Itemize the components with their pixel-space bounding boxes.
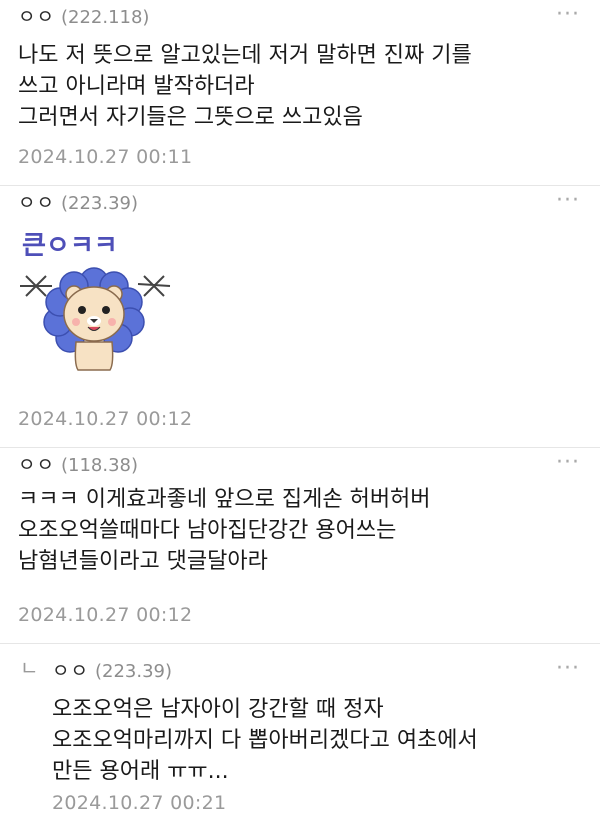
nickname[interactable]: ㅇㅇ	[52, 660, 89, 682]
comment-author[interactable]: ㅇㅇ (118.38)	[18, 452, 138, 479]
comment-date: 2024.10.27 00:12	[18, 604, 193, 626]
more-options-button[interactable]: ···	[556, 656, 580, 681]
comment-item: ㅇㅇ (222.118) ··· 나도 저 뜻으로 알고있는데 저거 말하면 진짜…	[0, 0, 600, 186]
reply-marker-icon: ㄴ	[20, 656, 39, 680]
ip-address: (223.39)	[94, 661, 172, 682]
comment-date: 2024.10.27 00:12	[18, 408, 193, 430]
nickname[interactable]: ㅇㅇ	[18, 6, 55, 28]
sticker-text: 큰ㅇㅋㅋ	[22, 231, 118, 261]
comment-author[interactable]: ㅇㅇ (222.118)	[18, 4, 149, 31]
reply-item: ㄴ ㅇㅇ (223.39) ··· 오조오억은 남자아이 강간할 때 정자 오조오…	[0, 644, 600, 836]
comment-item: ㅇㅇ (118.38) ··· ㅋㅋㅋ 이게효과좋네 앞으로 집게손 허버허버 오…	[0, 448, 600, 644]
more-options-button[interactable]: ···	[556, 188, 580, 213]
ip-address: (118.38)	[60, 455, 138, 476]
comment-text: ㅋㅋㅋ 이게효과좋네 앞으로 집게손 허버허버 오조오억쓸때마다 남아집단강간 …	[18, 487, 431, 574]
lion-sticker-icon: 큰ㅇㅋㅋ	[20, 231, 171, 371]
comment-item: ㅇㅇ (223.39) ··· 큰ㅇㅋㅋ 2024.10.27 00:12	[0, 186, 600, 448]
comment-date: 2024.10.27 00:21	[52, 792, 227, 814]
comment-author[interactable]: ㅇㅇ (223.39)	[52, 658, 172, 685]
more-options-button[interactable]: ···	[556, 450, 580, 475]
comment-date: 2024.10.27 00:11	[18, 146, 193, 168]
nickname[interactable]: ㅇㅇ	[18, 192, 55, 214]
comment-author[interactable]: ㅇㅇ (223.39)	[18, 190, 138, 217]
nickname[interactable]: ㅇㅇ	[18, 454, 55, 476]
more-options-button[interactable]: ···	[556, 2, 580, 27]
comment-text: 나도 저 뜻으로 알고있는데 저거 말하면 진짜 기를 쓰고 아니라며 발작하더…	[18, 43, 472, 130]
comment-text: 오조오억은 남자아이 강간할 때 정자 오조오억마리까지 다 뽑아버리겠다고 여…	[52, 697, 478, 784]
ip-address: (223.39)	[60, 193, 138, 214]
ip-address: (222.118)	[60, 7, 150, 28]
